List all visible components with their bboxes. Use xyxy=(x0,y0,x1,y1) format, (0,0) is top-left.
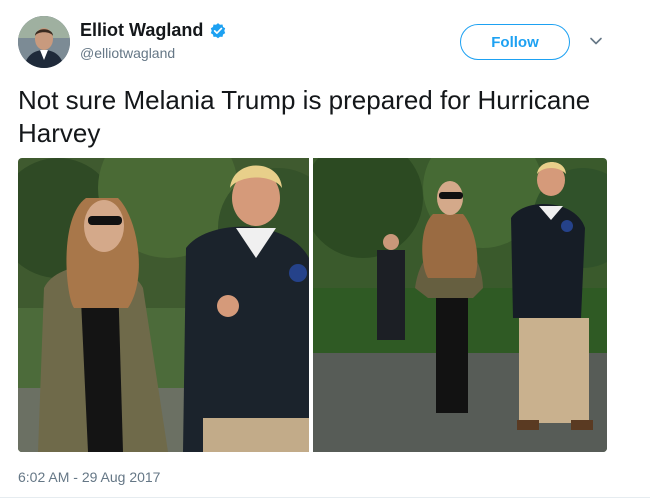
photo-right-image xyxy=(313,158,607,452)
tweet-media[interactable] xyxy=(18,158,607,452)
photo-left-image xyxy=(18,158,309,452)
photo-left[interactable] xyxy=(18,158,309,452)
chevron-down-icon[interactable] xyxy=(589,34,603,48)
timestamp-separator: - xyxy=(69,469,82,485)
profile-photo xyxy=(18,16,70,68)
photo-right[interactable] xyxy=(313,158,607,452)
tweet-date: 29 Aug 2017 xyxy=(81,469,161,485)
tweet-text: Not sure Melania Trump is prepared for H… xyxy=(18,85,591,148)
user-name-row[interactable]: Elliot Wagland xyxy=(80,20,227,41)
avatar[interactable] xyxy=(18,16,70,68)
divider xyxy=(0,497,650,498)
follow-button[interactable]: Follow xyxy=(460,24,570,60)
tweet-timestamp[interactable]: 6:02 AM - 29 Aug 2017 xyxy=(18,469,160,485)
verified-badge-icon xyxy=(211,22,226,38)
tweet-time: 6:02 AM xyxy=(18,469,70,485)
display-name[interactable]: Elliot Wagland xyxy=(80,20,203,41)
user-handle[interactable]: @elliotwagland xyxy=(80,45,175,61)
